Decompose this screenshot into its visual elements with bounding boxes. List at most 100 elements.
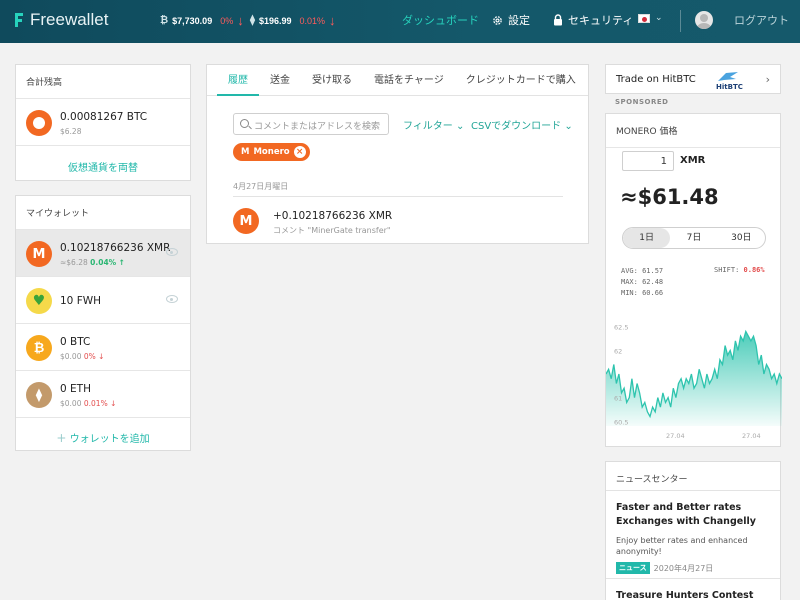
filter-dropdown[interactable]: フィルター ⌄ — [403, 117, 464, 132]
tab-history[interactable]: 履歴 — [217, 65, 259, 96]
history-card: 履歴 送金 受け取る 電話をチャージ クレジットカードで購入 コメントまたはアド… — [206, 64, 589, 244]
bitcoin-icon: ₿ — [26, 335, 52, 361]
date-header: 4月27日月曜日 — [233, 182, 289, 191]
balance-card: 合計残高 0.00081267 BTC $6.28 仮想通貨を両替 — [15, 64, 191, 181]
tab-bar: 履歴 送金 受け取る 電話をチャージ クレジットカードで購入 — [207, 65, 588, 96]
nav-settings[interactable]: 設定 — [492, 12, 530, 28]
min-stat: MIN: 60.66 — [621, 289, 664, 297]
search-icon — [240, 119, 249, 128]
price-chart: 62.5 62 61 60.5 27.04 27.04 — [606, 324, 782, 440]
exchange-link[interactable]: 仮想通貨を両替 — [16, 146, 190, 187]
nav-dashboard[interactable]: ダッシュボード — [402, 12, 479, 28]
divider — [680, 10, 681, 32]
monero-icon: M — [26, 241, 52, 267]
logout-button[interactable]: ログアウト — [734, 12, 789, 28]
balance-row: 0.00081267 BTC $6.28 — [16, 99, 190, 146]
eye-icon[interactable] — [166, 295, 178, 303]
hitbtc-bird-icon — [718, 72, 738, 81]
lock-icon — [554, 14, 562, 26]
hitbtc-banner[interactable]: Trade on HitBTC HitBTC › — [605, 64, 781, 94]
quantity-input[interactable]: 1 — [622, 151, 674, 171]
news-meta: ニュース 2020年4月27日 — [616, 562, 770, 574]
hitbtc-text: Trade on HitBTC — [616, 74, 696, 85]
x-tick-label: 27.04 — [666, 432, 685, 440]
avatar[interactable] — [695, 11, 713, 29]
csv-download-button[interactable]: CSVでダウンロード ⌄ — [471, 117, 573, 132]
balance-title: 合計残高 — [16, 65, 190, 99]
wallets-title: マイウォレット — [16, 196, 190, 230]
ethereum-icon: ⧫ — [26, 382, 52, 408]
wallet-row-fwh[interactable]: ♥ 10 FWH — [16, 277, 190, 324]
wallet-amount: 10 FWH — [60, 295, 102, 307]
sponsored-label: SPONSORED — [615, 98, 669, 106]
hitbtc-logo: HitBTC — [716, 71, 743, 91]
monero-icon: M — [233, 208, 259, 234]
add-wallet-button[interactable]: + ウォレットを追加 — [16, 418, 190, 458]
wallet-change: 0.04% — [90, 258, 117, 267]
gear-icon — [493, 15, 502, 25]
hitbtc-logo-text: HitBTC — [716, 83, 743, 91]
down-arrow-icon: ↓ — [329, 13, 336, 28]
wallet-fiat-line: $0.00 0.01% ↓ — [60, 399, 116, 408]
wallet-fiat: $0.00 — [60, 399, 82, 408]
freewallet-logo-icon — [15, 13, 23, 27]
ticker-change: 0.01% — [299, 15, 326, 26]
balance-amount: 0.00081267 BTC — [60, 111, 148, 123]
ticker-price: $7,730.09 — [172, 15, 213, 26]
chevron-down-icon[interactable]: ⌄ — [655, 13, 663, 23]
nav-security[interactable]: セキュリティ — [553, 12, 633, 28]
range-selector: 1日 7日 30日 — [622, 227, 766, 249]
quantity-unit: XMR — [680, 155, 706, 166]
wallet-row-btc[interactable]: ₿ 0 BTC $0.00 0% ↓ — [16, 324, 190, 371]
transaction-amount[interactable]: +0.10218766236 XMR — [273, 210, 392, 222]
eye-icon[interactable] — [166, 248, 178, 256]
divider — [233, 196, 563, 197]
wallet-row-eth[interactable]: ⧫ 0 ETH $0.00 0.01% ↓ — [16, 371, 190, 418]
wallet-amount: 0 BTC — [60, 336, 91, 348]
monero-icon: M — [241, 147, 250, 157]
tab-phone-topup[interactable]: 電話をチャージ — [363, 65, 455, 96]
close-icon[interactable]: × — [293, 146, 306, 158]
nav-settings-label: 設定 — [508, 14, 530, 27]
top-bar: Freewallet ₿ $7,730.09 0% ↓ ⧫ $196.99 0.… — [0, 0, 800, 43]
down-arrow-icon: ↓ — [110, 399, 117, 408]
tab-receive[interactable]: 受け取る — [301, 65, 363, 96]
balance-fiat: $6.28 — [60, 127, 82, 136]
up-arrow-icon: ↑ — [118, 258, 125, 267]
wallet-fiat: $0.00 — [60, 352, 82, 361]
news-description: Enjoy better rates and enhanced anonymit… — [616, 536, 748, 556]
ticker-price: $196.99 — [258, 15, 292, 26]
news-item[interactable]: Faster and Better rates Exchanges with C… — [606, 490, 780, 584]
wallet-row-xmr[interactable]: M 0.10218766236 XMR ≈$6.28 0.04% ↑ — [16, 230, 190, 277]
fwh-heart-icon: ♥ — [26, 288, 52, 314]
japan-flag-icon[interactable] — [638, 14, 650, 23]
wallet-fiat-line: $0.00 0% ↓ — [60, 352, 104, 361]
logo[interactable]: Freewallet — [14, 10, 108, 30]
wallet-amount: 0.10218766236 XMR — [60, 242, 171, 254]
plus-icon: + — [56, 431, 67, 445]
range-30d[interactable]: 30日 — [718, 228, 765, 248]
news-item[interactable]: Treasure Hunters Contest — [606, 578, 780, 600]
y-tick-label: 62 — [614, 347, 622, 355]
price-stats: AVG: 61.57 MAX: 62.48 MIN: 60.66 — [621, 266, 663, 299]
shift-stat: SHIFT: 0.86% — [714, 266, 765, 274]
chevron-down-icon: ⌄ — [564, 121, 573, 132]
range-1d[interactable]: 1日 — [623, 228, 671, 248]
news-date: 2020年4月27日 — [653, 563, 714, 573]
tab-send[interactable]: 送金 — [259, 65, 301, 96]
monero-filter-chip[interactable]: M Monero × — [233, 143, 310, 161]
logo-text: Freewallet — [30, 10, 109, 29]
tab-buy-card[interactable]: クレジットカードで購入 — [455, 65, 587, 96]
avg-stat: AVG: 61.57 — [621, 267, 664, 275]
news-card: ニュースセンター Faster and Better rates Exchang… — [605, 461, 781, 600]
max-stat: MAX: 62.48 — [621, 278, 664, 286]
bitcoin-icon: ₿ — [160, 15, 169, 26]
price-card: MONERO 価格 1 XMR ≈$61.48 1日 7日 30日 AVG: 6… — [605, 113, 782, 447]
shift-value: 0.86% — [743, 266, 765, 274]
balance-coin-icon — [26, 110, 52, 136]
add-wallet-label: ウォレットを追加 — [69, 434, 150, 445]
range-7d[interactable]: 7日 — [670, 228, 717, 248]
transaction-comment: コメント "MinerGate transfer" — [273, 226, 391, 235]
search-input[interactable]: コメントまたはアドレスを検索 — [233, 113, 389, 135]
y-tick-label: 60.5 — [614, 418, 628, 426]
